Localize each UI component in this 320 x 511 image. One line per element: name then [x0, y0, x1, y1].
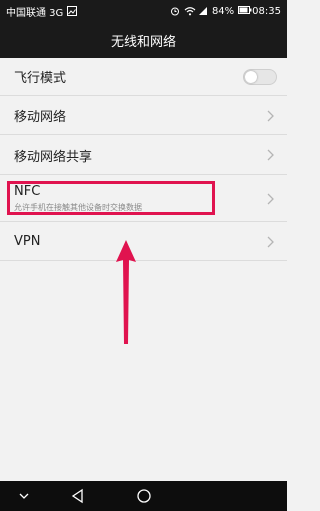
mobile-hotspot-label: 移动网络共享: [14, 149, 93, 165]
status-bar: 中国联通 3G 84% 08:35: [0, 0, 287, 22]
down-chevron-icon[interactable]: [18, 490, 30, 502]
chevron-right-icon: [267, 236, 274, 247]
battery-icon: [238, 6, 252, 16]
navigation-bar: [0, 481, 287, 511]
status-right: 84% 08:35: [170, 6, 281, 17]
vpn-row[interactable]: VPN: [0, 223, 287, 261]
chevron-right-icon: [267, 193, 274, 204]
battery-percent: 84%: [211, 5, 235, 17]
nfc-texts: NFC 允许手机在接触其他设备时交换数据: [14, 184, 142, 213]
status-left: 中国联通 3G: [6, 4, 78, 19]
mobile-network-label: 移动网络: [14, 110, 67, 125]
airplane-mode-toggle[interactable]: [243, 68, 277, 85]
title-bar: 无线和网络: [0, 22, 287, 58]
back-triangle-icon[interactable]: [70, 488, 86, 504]
vpn-label: VPN: [14, 234, 41, 249]
nfc-description: 允许手机在接触其他设备时交换数据: [14, 203, 142, 212]
signal-icon: [198, 6, 208, 16]
airplane-mode-label: 飞行模式: [14, 71, 67, 86]
wifi-icon: [184, 6, 196, 16]
settings-list: 飞行模式 移动网络 移动网络共享 NFC 允许手机在接触其他设备时交换数据 VP…: [0, 58, 287, 481]
home-circle-icon[interactable]: [136, 488, 152, 504]
toggle-knob: [245, 70, 257, 83]
page-title: 无线和网络: [110, 34, 176, 50]
airplane-mode-row[interactable]: 飞行模式: [0, 58, 287, 96]
image-notification-icon: [67, 6, 78, 16]
nfc-row[interactable]: NFC 允许手机在接触其他设备时交换数据: [0, 176, 287, 222]
chevron-right-icon: [267, 110, 274, 121]
mobile-hotspot-row[interactable]: 移动网络共享: [0, 136, 287, 175]
carrier-label: 中国联通 3G: [6, 7, 64, 19]
alarm-icon: [170, 6, 180, 16]
clock: 08:35: [252, 5, 281, 17]
chevron-right-icon: [267, 149, 274, 161]
nfc-label: NFC: [14, 184, 41, 199]
pointer-arrow-icon: [116, 240, 136, 344]
mobile-network-row[interactable]: 移动网络: [0, 97, 287, 135]
